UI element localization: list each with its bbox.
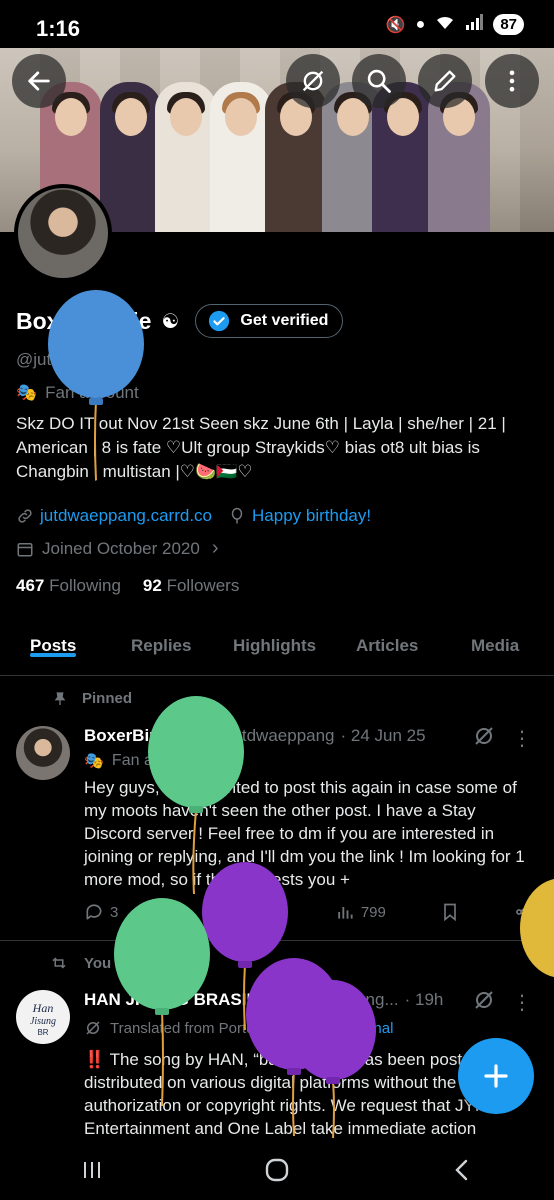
repost-icon bbox=[52, 957, 66, 969]
mute-icon: 🔇 bbox=[385, 16, 406, 34]
edit-profile-button[interactable] bbox=[418, 54, 472, 108]
views-button[interactable]: 799 bbox=[335, 902, 386, 922]
bookmark-button[interactable] bbox=[440, 902, 460, 922]
post-more-button[interactable]: ⋮ bbox=[512, 990, 532, 1015]
arrow-left-icon bbox=[28, 71, 50, 91]
follow-stats: 467 Following 92 Followers bbox=[16, 576, 239, 596]
grok-explain-button[interactable] bbox=[472, 988, 496, 1017]
post-avatar[interactable]: Han Jisung BR bbox=[16, 990, 70, 1044]
battery-indicator: 87 bbox=[493, 14, 524, 35]
status-time: 1:16 bbox=[36, 16, 81, 41]
recent-apps-button[interactable] bbox=[80, 1158, 104, 1182]
android-nav-bar bbox=[0, 1140, 554, 1200]
profile-links: jutdwaeppang.carrd.co Happy birthday! bbox=[16, 506, 371, 526]
home-button[interactable] bbox=[264, 1157, 290, 1183]
link-icon bbox=[18, 509, 32, 523]
followers-stat[interactable]: 92 Followers bbox=[143, 576, 239, 596]
balloon-icon bbox=[231, 507, 243, 524]
grok-icon bbox=[475, 727, 493, 745]
chevron-right-icon: › bbox=[211, 537, 219, 559]
verified-badge-icon bbox=[209, 310, 230, 332]
banner-person bbox=[155, 82, 217, 232]
location-icon: ● bbox=[415, 15, 426, 33]
bookmark-icon bbox=[444, 903, 456, 922]
profile-tabs: Posts Replies Highlights Articles Media bbox=[0, 624, 554, 676]
birthday-balloon bbox=[114, 898, 210, 1107]
following-stat[interactable]: 467 Following bbox=[16, 576, 121, 596]
following-label: Following bbox=[49, 576, 121, 595]
han-jisung-brasil-logo: Han Jisung BR bbox=[30, 1001, 56, 1037]
pencil-icon bbox=[434, 70, 456, 92]
grok-icon bbox=[475, 991, 493, 1009]
grok-icon bbox=[86, 1021, 100, 1035]
svg-text:Han: Han bbox=[32, 1001, 54, 1015]
post-avatar[interactable] bbox=[16, 726, 70, 780]
website-text: jutdwaeppang.carrd.co bbox=[40, 506, 213, 525]
post-date: · 24 Jun 25 bbox=[340, 726, 426, 745]
following-count: 467 bbox=[16, 576, 45, 595]
birthday-balloon bbox=[290, 980, 376, 1139]
search-button[interactable] bbox=[352, 54, 406, 108]
tab-replies[interactable]: Replies bbox=[131, 624, 191, 656]
pinned-label: Pinned bbox=[82, 690, 133, 707]
birthday-link[interactable]: Happy birthday! bbox=[228, 506, 371, 526]
wifi-icon bbox=[435, 14, 455, 35]
get-verified-label: Get verified bbox=[240, 312, 329, 329]
tab-articles[interactable]: Articles bbox=[356, 624, 418, 656]
followers-count: 92 bbox=[142, 576, 162, 595]
tab-highlights[interactable]: Highlights bbox=[233, 624, 316, 656]
more-options-button[interactable] bbox=[485, 54, 539, 108]
grok-explain-button[interactable] bbox=[472, 724, 496, 753]
birthday-balloon bbox=[520, 878, 554, 978]
back-button[interactable] bbox=[12, 54, 66, 108]
views-count: 799 bbox=[360, 903, 386, 921]
post-header: BoxerBinnie ☯ @jutdwaeppang · 24 Jun 25 bbox=[84, 726, 426, 746]
more-vertical-icon bbox=[509, 70, 515, 92]
yin-yang-emoji: ☯ bbox=[161, 310, 180, 333]
banner-person bbox=[210, 82, 272, 232]
status-bar: 1:16 🔇 ● 87 bbox=[0, 0, 554, 48]
tab-media[interactable]: Media bbox=[471, 624, 519, 656]
grok-button[interactable] bbox=[286, 54, 340, 108]
get-verified-button[interactable]: Get verified bbox=[195, 304, 344, 338]
signal-icon bbox=[465, 14, 484, 35]
theater-masks-icon: 🎭 bbox=[84, 753, 104, 770]
followers-label: Followers bbox=[166, 576, 240, 595]
back-nav-button[interactable] bbox=[450, 1158, 474, 1182]
birthday-balloon bbox=[48, 290, 144, 481]
theater-masks-icon: 🎭 bbox=[16, 383, 38, 402]
website-link[interactable]: jutdwaeppang.carrd.co bbox=[16, 506, 212, 526]
svg-text:BR: BR bbox=[37, 1028, 48, 1037]
svg-text:Jisung: Jisung bbox=[30, 1016, 56, 1027]
joined-row[interactable]: Joined October 2020 › bbox=[16, 537, 219, 560]
pinned-indicator: Pinned bbox=[52, 690, 132, 707]
post-date: · 19h bbox=[404, 990, 444, 1009]
profile-avatar[interactable] bbox=[14, 184, 112, 282]
pin-icon bbox=[54, 691, 66, 705]
search-icon bbox=[367, 69, 391, 93]
status-icons: 🔇 ● 87 bbox=[386, 14, 524, 35]
views-chart-icon bbox=[338, 907, 353, 919]
plus-icon bbox=[484, 1064, 508, 1088]
reply-icon bbox=[86, 904, 102, 920]
post-more-button[interactable]: ⋮ bbox=[512, 726, 532, 751]
grok-icon bbox=[302, 70, 324, 92]
compose-button[interactable] bbox=[458, 1038, 534, 1114]
joined-text: Joined October 2020 bbox=[42, 538, 200, 558]
calendar-icon bbox=[17, 542, 33, 556]
tab-posts[interactable]: Posts bbox=[30, 624, 77, 657]
birthday-text: Happy birthday! bbox=[252, 506, 372, 525]
banner-person bbox=[100, 82, 162, 232]
